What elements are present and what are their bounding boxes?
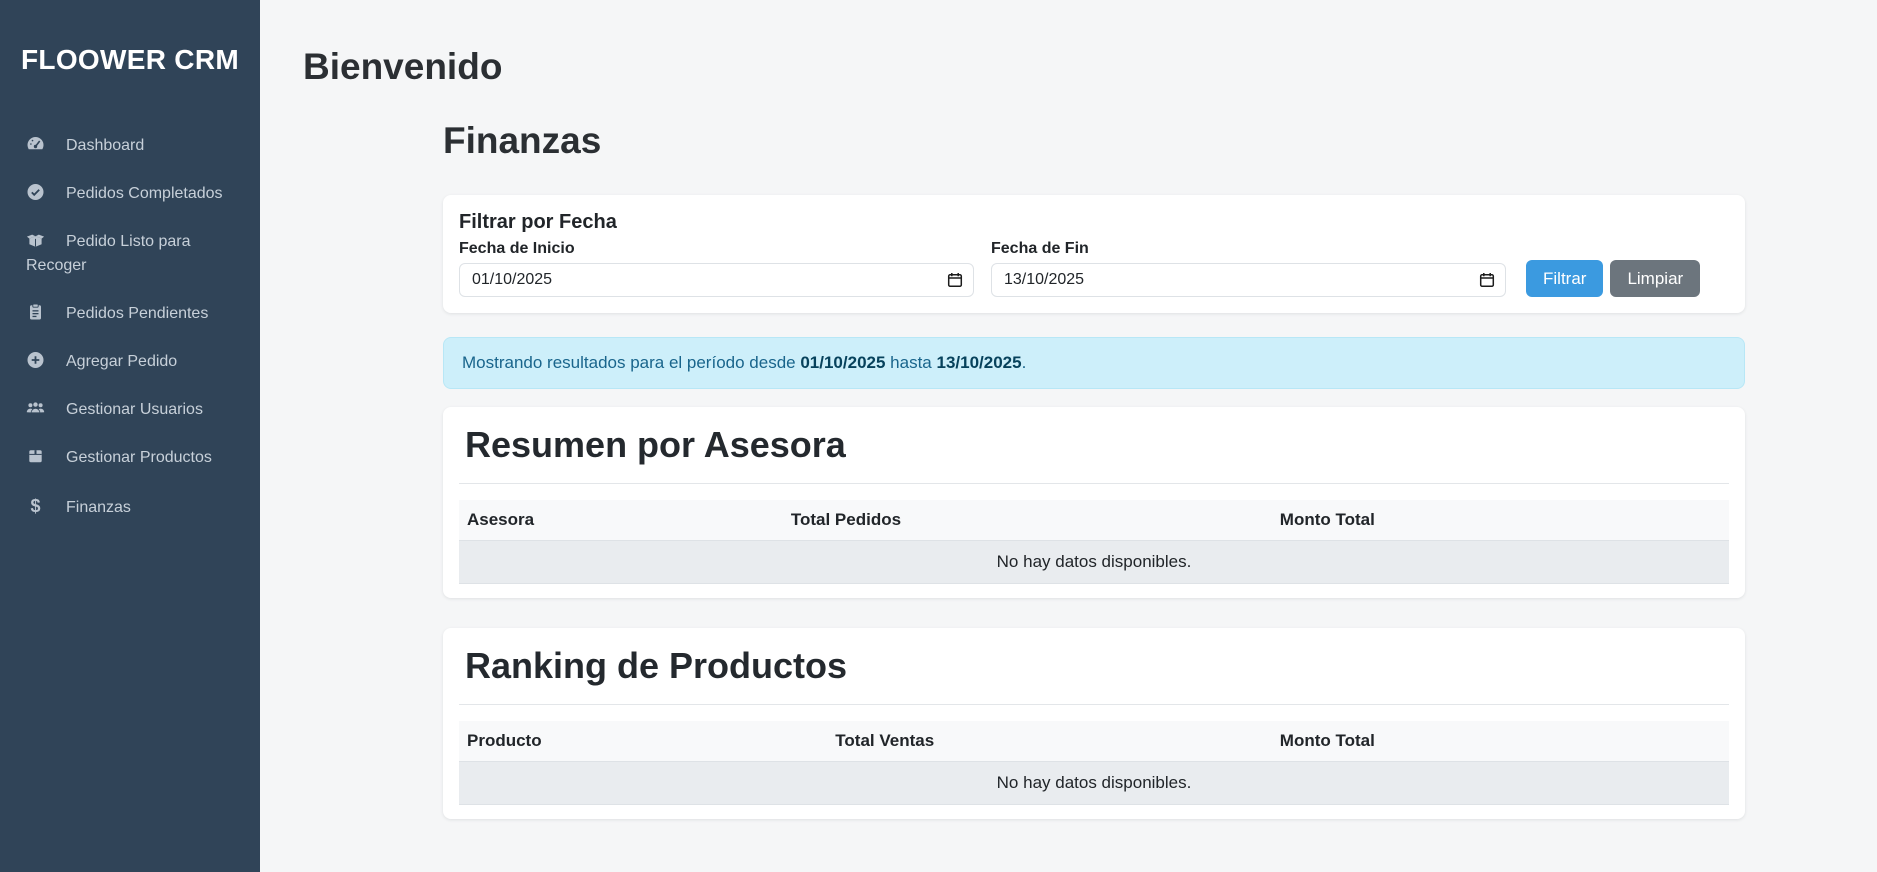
sidebar-item-label: Pedidos Pendientes [66,305,208,322]
divider [459,483,1729,484]
ranking-col-total-ventas: Total Ventas [827,721,1272,762]
summary-card: Resumen por Asesora Asesora Total Pedido… [443,407,1745,598]
clear-button[interactable]: Limpiar [1610,260,1700,297]
app-window: FLOOWER CRM Dashboard Pedidos Completado… [0,0,1877,872]
start-date-label: Fecha de Inicio [459,240,974,258]
sidebar-item-pedido-listo-para-recoger[interactable]: Pedido Listo para Recoger [0,218,260,290]
sidebar-item-label: Gestionar Usuarios [66,401,203,418]
divider [459,704,1729,705]
ranking-col-monto-total: Monto Total [1272,721,1729,762]
ranking-table-header-row: Producto Total Ventas Monto Total [459,721,1729,762]
sidebar-item-label: Finanzas [66,499,131,516]
calendar-icon[interactable] [947,272,963,288]
dollar-icon: $ [26,494,45,518]
sidebar-item-label: Dashboard [66,137,144,154]
start-date-field: Fecha de Inicio [459,240,974,297]
start-date-input-wrap [459,263,974,297]
alert-end-date: 13/10/2025 [937,353,1022,372]
sidebar-item-dashboard[interactable]: Dashboard [0,122,260,170]
filter-title: Filtrar por Fecha [459,211,1729,234]
sidebar-item-label: Gestionar Productos [66,449,212,466]
summary-col-total-pedidos: Total Pedidos [783,500,1272,541]
app-brand: FLOOWER CRM [0,44,260,76]
box-icon [26,447,45,465]
ranking-table: Producto Total Ventas Monto Total No hay… [459,721,1729,805]
date-filter-card: Filtrar por Fecha Fecha de Inicio Fecha … [443,195,1745,313]
filter-buttons: Filtrar Limpiar [1526,260,1700,297]
main-area: Bienvenido Finanzas Filtrar por Fecha Fe… [260,0,1877,872]
summary-card-title: Resumen por Asesora [465,423,1729,467]
start-date-input[interactable] [459,263,974,297]
end-date-input-wrap [991,263,1506,297]
alert-connector: hasta [890,353,932,372]
gauge-icon [26,135,45,153]
sidebar-nav: Dashboard Pedidos Completados Pedido Lis… [0,122,260,532]
ranking-card-title: Ranking de Productos [465,644,1729,688]
sidebar-item-pedidos-pendientes[interactable]: Pedidos Pendientes [0,290,260,338]
sidebar-item-label: Pedidos Completados [66,185,223,202]
end-date-input[interactable] [991,263,1506,297]
ranking-empty-message: No hay datos disponibles. [459,762,1729,805]
end-date-field: Fecha de Fin [991,240,1506,297]
summary-table-header-row: Asesora Total Pedidos Monto Total [459,500,1729,541]
calendar-icon[interactable] [1479,272,1495,288]
content-column: Finanzas Filtrar por Fecha Fecha de Inic… [443,119,1745,819]
sidebar-item-pedidos-completados[interactable]: Pedidos Completados [0,170,260,218]
summary-col-asesora: Asesora [459,500,783,541]
check-circle-icon [26,183,45,201]
sidebar-item-label: Agregar Pedido [66,353,177,370]
sidebar-item-gestionar-usuarios[interactable]: Gestionar Usuarios [0,386,260,434]
plus-circle-icon [26,351,45,369]
summary-empty-row: No hay datos disponibles. [459,541,1729,584]
ranking-card: Ranking de Productos Producto Total Vent… [443,628,1745,819]
end-date-label: Fecha de Fin [991,240,1506,258]
users-icon [26,399,45,417]
sidebar-item-label: Pedido Listo para Recoger [26,233,191,274]
sidebar-item-gestionar-productos[interactable]: Gestionar Productos [0,434,260,482]
section-title: Finanzas [443,119,1745,163]
summary-table: Asesora Total Pedidos Monto Total No hay… [459,500,1729,584]
box-open-icon [26,231,45,249]
summary-empty-message: No hay datos disponibles. [459,541,1729,584]
ranking-col-producto: Producto [459,721,827,762]
page-title: Bienvenido [260,0,1877,89]
filter-row: Fecha de Inicio Fecha de Fin [459,240,1729,297]
period-alert: Mostrando resultados para el período des… [443,337,1745,389]
summary-col-monto-total: Monto Total [1272,500,1729,541]
sidebar: FLOOWER CRM Dashboard Pedidos Completado… [0,0,260,872]
sidebar-item-agregar-pedido[interactable]: Agregar Pedido [0,338,260,386]
filter-button[interactable]: Filtrar [1526,260,1603,297]
sidebar-item-finanzas[interactable]: $ Finanzas [0,482,260,532]
alert-text: Mostrando resultados para el período des… [462,353,796,372]
alert-start-date: 01/10/2025 [800,353,885,372]
alert-suffix: . [1022,353,1027,372]
clipboard-icon [26,303,45,321]
ranking-empty-row: No hay datos disponibles. [459,762,1729,805]
